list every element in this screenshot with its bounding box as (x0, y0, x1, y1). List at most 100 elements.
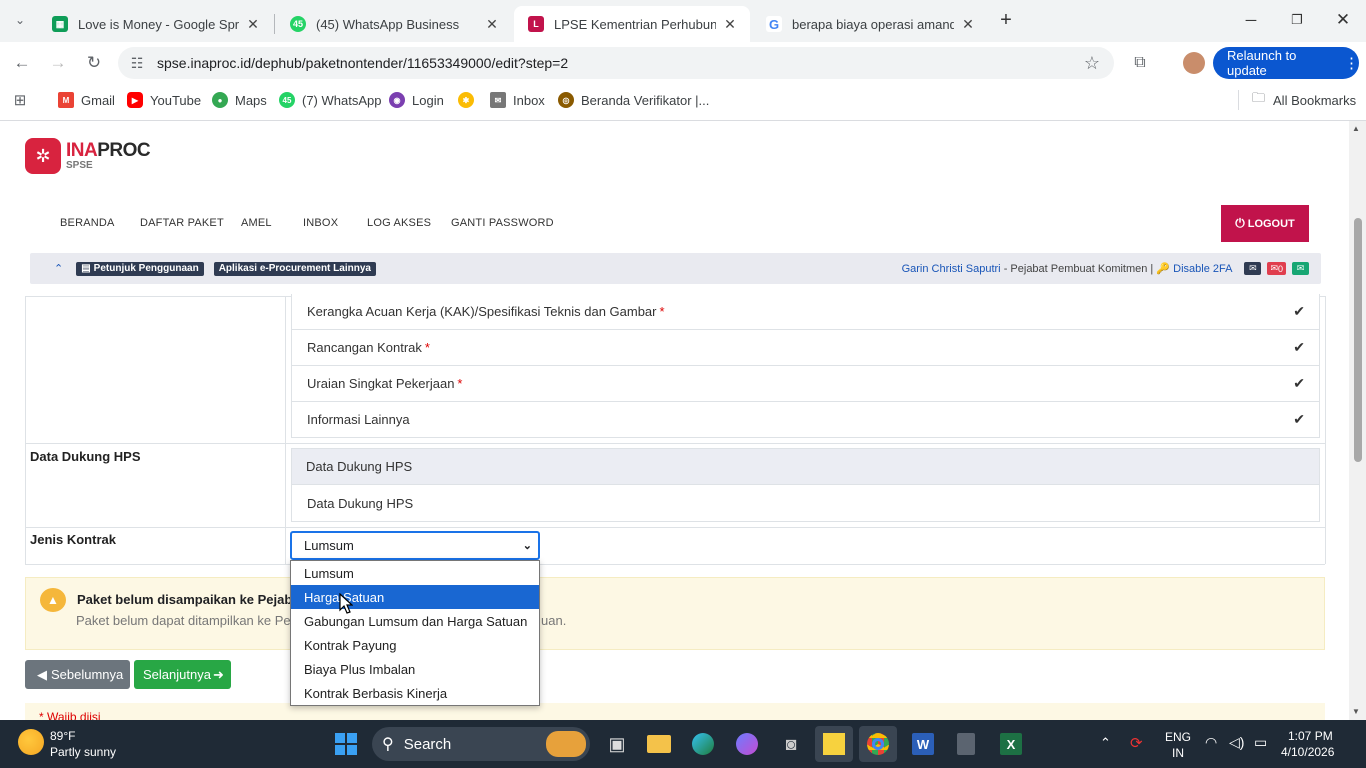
battery-icon[interactable]: ▭ (1254, 734, 1267, 751)
option-gabungan[interactable]: Gabungan Lumsum dan Harga Satuan (291, 609, 539, 633)
envelope-icon[interactable]: ✉ (1244, 262, 1262, 275)
select-value: Lumsum (304, 538, 354, 553)
windows-start-icon[interactable] (327, 726, 365, 762)
option-lumsum[interactable]: Lumsum (291, 561, 539, 585)
mail-count-badge[interactable]: ✉ 0 (1267, 262, 1286, 275)
region-label[interactable]: IN (1172, 746, 1184, 760)
bookmark-gmail[interactable]: M Gmail (58, 91, 115, 109)
arrow-right-icon: ➜ (212, 666, 224, 682)
more-menu-icon[interactable]: ⋮ (1344, 54, 1359, 72)
extensions-icon[interactable]: ⧉ (1126, 49, 1154, 77)
nav-amel[interactable]: AMEL (241, 217, 272, 229)
nav-beranda[interactable]: BERANDA (60, 217, 115, 229)
bookmark-whatsapp[interactable]: 45 (7) WhatsApp (279, 91, 381, 109)
mouse-cursor-icon (339, 593, 353, 614)
aplikasi-button[interactable]: Aplikasi e-Procurement Lainnya (213, 261, 376, 276)
scroll-down-icon[interactable]: ▼ (1352, 707, 1360, 716)
tray-chevron-up-icon[interactable]: ⌃ (1100, 735, 1111, 751)
reload-icon[interactable]: ↻ (80, 49, 108, 77)
relaunch-button[interactable]: Relaunch to update ⋮ (1213, 47, 1359, 79)
logout-button[interactable]: ⏻ LOGOUT (1221, 205, 1309, 242)
edge-icon[interactable] (684, 726, 722, 762)
scrollbar-thumb[interactable] (1354, 218, 1362, 462)
back-icon[interactable]: ← (8, 49, 36, 77)
chrome-icon[interactable] (859, 726, 897, 762)
disable-2fa-link[interactable]: Disable 2FA (1173, 263, 1232, 275)
previous-button[interactable]: ◀ Sebelumnya (25, 660, 130, 689)
weather-temp[interactable]: 89°F (50, 729, 75, 743)
url-text[interactable]: spse.inaproc.id/dephub/paketnontender/11… (157, 55, 568, 71)
minimize-icon[interactable]: ─ (1228, 0, 1274, 40)
lpse-icon: L (528, 16, 544, 32)
tab-search-icon[interactable]: ⌄ (6, 6, 34, 34)
bookmark-youtube[interactable]: ▶ YouTube (127, 91, 201, 109)
task-view-icon[interactable]: ▣ (598, 726, 636, 762)
tab-google-search[interactable]: G berapa biaya operasi amandel ✕ (752, 6, 988, 42)
language-label[interactable]: ENG (1165, 730, 1191, 744)
whatsapp-icon: 45 (279, 92, 295, 108)
file-explorer-icon[interactable] (640, 726, 678, 762)
word-icon[interactable]: W (904, 726, 942, 762)
nav-ganti-password[interactable]: GANTI PASSWORD (451, 217, 554, 229)
jenis-kontrak-label: Jenis Kontrak (30, 532, 116, 547)
calculator-icon[interactable] (947, 726, 985, 762)
required-mark: * (457, 376, 463, 391)
new-tab-icon[interactable]: + (992, 6, 1020, 34)
bookmark-login[interactable]: ◉ Login (389, 91, 444, 109)
open-mail-icon[interactable]: ✉ (1292, 262, 1309, 275)
logo-subtext: SPSE (66, 160, 93, 171)
copilot-icon[interactable] (728, 726, 766, 762)
sticky-notes-icon[interactable] (815, 726, 853, 762)
jenis-kontrak-select[interactable]: Lumsum ⌄ (290, 531, 540, 560)
option-berbasis-kinerja[interactable]: Kontrak Berbasis Kinerja (291, 681, 539, 705)
hps-card-item[interactable]: Data Dukung HPS (291, 485, 1320, 522)
nav-daftar-paket[interactable]: DAFTAR PAKET (140, 217, 224, 229)
collapse-up-icon[interactable]: ⌃ (54, 262, 63, 275)
nav-log-akses[interactable]: LOG AKSES (367, 217, 431, 229)
mail-icon: ✉ (490, 92, 506, 108)
petunjuk-button[interactable]: ▤ Petunjuk Penggunaan (76, 261, 204, 276)
apps-grid-icon[interactable]: ⊞ (6, 86, 34, 114)
option-harga-satuan[interactable]: Harga Satuan (291, 585, 539, 609)
bookmark-star-icon[interactable]: ☆ (1078, 49, 1106, 77)
address-bar[interactable]: ☷ spse.inaproc.id/dephub/paketnontender/… (118, 47, 1114, 79)
wifi-icon[interactable]: ◠ (1205, 734, 1217, 751)
tab-spreadsheet[interactable]: ▦ Love is Money - Google Spreads ✕ (38, 6, 273, 42)
row-divider (25, 527, 1325, 528)
tab-lpse[interactable]: L LPSE Kementrian Perhubungan ✕ (514, 6, 750, 42)
scroll-up-icon[interactable]: ▲ (1352, 124, 1360, 133)
all-bookmarks[interactable]: 🗀 All Bookmarks (1252, 90, 1356, 109)
sync-icon[interactable]: ⟳ (1130, 734, 1143, 752)
bookmark-verifikator[interactable]: ◎ Beranda Verifikator |... (558, 91, 709, 109)
volume-icon[interactable]: ◁) (1229, 734, 1244, 751)
weather-desc[interactable]: Partly sunny (50, 745, 116, 759)
close-icon[interactable]: ✕ (245, 16, 261, 32)
tab-whatsapp[interactable]: 45 (45) WhatsApp Business ✕ (276, 6, 512, 42)
tab-title: LPSE Kementrian Perhubungan (554, 16, 716, 32)
close-window-icon[interactable]: ✕ (1320, 0, 1366, 40)
close-icon[interactable]: ✕ (960, 16, 976, 32)
nav-inbox[interactable]: INBOX (303, 217, 338, 229)
bookmark-inbox[interactable]: ✉ Inbox (490, 91, 545, 109)
forward-icon[interactable]: → (44, 49, 72, 77)
taskbar-search[interactable]: ⚲ Search (372, 727, 590, 761)
document-item-informasi: Informasi Lainnya ✔ (291, 402, 1320, 438)
bookmark-pinwheel[interactable]: ✱ (458, 91, 481, 109)
close-icon[interactable]: ✕ (722, 16, 738, 32)
option-biaya-plus-imbalan[interactable]: Biaya Plus Imbalan (291, 657, 539, 681)
site-info-icon[interactable]: ☷ (122, 49, 152, 77)
close-icon[interactable]: ✕ (484, 16, 500, 32)
camera-icon[interactable]: ◙ (772, 726, 810, 762)
tab-title: berapa biaya operasi amandel (792, 16, 954, 32)
excel-icon[interactable]: X (992, 726, 1030, 762)
required-mark: * (659, 304, 665, 319)
inaproc-logo[interactable]: ✲ INAPROC SPSE (25, 138, 151, 174)
option-kontrak-payung[interactable]: Kontrak Payung (291, 633, 539, 657)
maximize-icon[interactable]: ❐ (1274, 0, 1320, 40)
user-name[interactable]: Garin Christi Saputri (902, 263, 1001, 275)
next-button[interactable]: Selanjutnya ➜ (134, 660, 231, 689)
profile-avatar[interactable] (1183, 52, 1205, 74)
clock-date[interactable]: 4/10/2026 (1281, 745, 1334, 759)
clock-time[interactable]: 1:07 PM (1288, 729, 1333, 743)
bookmark-maps[interactable]: ● Maps (212, 91, 267, 109)
